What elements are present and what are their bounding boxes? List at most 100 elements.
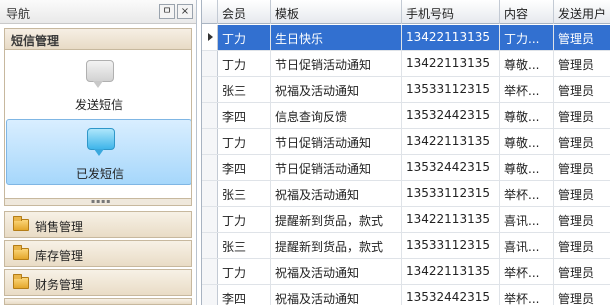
table-row[interactable]: 丁力 节日促销活动通知 13422113135 尊敬... 管理员 <box>202 51 610 77</box>
cell-content[interactable]: 举杯... <box>500 77 554 102</box>
cell-member[interactable]: 丁力 <box>218 25 271 50</box>
cell-content[interactable]: 尊敬... <box>500 51 554 76</box>
cell-template[interactable]: 祝福及活动通知 <box>271 259 402 284</box>
cell-template[interactable]: 祝福及活动通知 <box>271 181 402 206</box>
cell-content[interactable]: 举杯... <box>500 181 554 206</box>
nav-item-label: 已发短信 <box>75 167 124 181</box>
cell-phone[interactable]: 13533112315 <box>402 181 500 206</box>
cell-content[interactable]: 喜讯... <box>500 207 554 232</box>
cell-sender[interactable]: 管理员 <box>554 129 610 154</box>
cell-member[interactable]: 张三 <box>218 77 271 102</box>
table-row[interactable]: 丁力 提醒新到货品，款式 13422113135 喜讯... 管理员 <box>202 207 610 233</box>
nav-item-label: 发送短信 <box>74 98 123 112</box>
cell-phone[interactable]: 13422113135 <box>402 51 500 76</box>
cell-sender[interactable]: 管理员 <box>554 25 610 50</box>
cell-member[interactable]: 丁力 <box>218 207 271 232</box>
cell-content[interactable]: 尊敬... <box>500 155 554 180</box>
cell-sender[interactable]: 管理员 <box>554 77 610 102</box>
cell-phone[interactable]: 13532442315 <box>402 155 500 180</box>
cell-template[interactable]: 提醒新到货品，款式 <box>271 233 402 258</box>
row-indicator[interactable] <box>202 181 218 206</box>
column-header-sender[interactable]: 发送用户 <box>554 0 610 24</box>
table-row[interactable]: 李四 信息查询反馈 13532442315 尊敬... 管理员 <box>202 103 610 129</box>
cell-template[interactable]: 节日促销活动通知 <box>271 129 402 154</box>
column-header-phone[interactable]: 手机号码 <box>402 0 500 24</box>
group-splitter[interactable]: ▪▪▪▪ <box>4 198 192 206</box>
cell-content[interactable]: 喜讯... <box>500 233 554 258</box>
row-indicator[interactable] <box>202 25 218 50</box>
group-button-stock[interactable]: 库存管理 <box>4 240 192 267</box>
cell-member[interactable]: 丁力 <box>218 259 271 284</box>
nav-item-sent-sms[interactable]: 已发短信 <box>6 119 191 185</box>
table-row[interactable]: 李四 节日促销活动通知 13532442315 尊敬... 管理员 <box>202 155 610 181</box>
cell-sender[interactable]: 管理员 <box>554 233 610 258</box>
group-button-finance[interactable]: 财务管理 <box>4 269 192 296</box>
table-row[interactable]: 丁力 节日促销活动通知 13422113135 尊敬... 管理员 <box>202 129 610 155</box>
row-indicator[interactable] <box>202 259 218 284</box>
row-indicator[interactable] <box>202 51 218 76</box>
nav-item-send-sms[interactable]: 发送短信 <box>6 54 191 120</box>
nav-title: 导航 <box>6 7 31 21</box>
group-button-more[interactable] <box>4 298 192 305</box>
cell-member[interactable]: 丁力 <box>218 129 271 154</box>
table-row[interactable]: 丁力 生日快乐 13422113135 丁力... 管理员 <box>202 25 610 51</box>
cell-phone[interactable]: 13422113135 <box>402 207 500 232</box>
cell-content[interactable]: 尊敬... <box>500 103 554 128</box>
row-indicator[interactable] <box>202 155 218 180</box>
cell-content[interactable]: 丁力... <box>500 25 554 50</box>
cell-member[interactable]: 李四 <box>218 285 271 305</box>
column-header-content[interactable]: 内容 <box>500 0 554 24</box>
cell-template[interactable]: 提醒新到货品，款式 <box>271 207 402 232</box>
cell-member[interactable]: 丁力 <box>218 51 271 76</box>
cell-template[interactable]: 节日促销活动通知 <box>271 155 402 180</box>
group-button-sales[interactable]: 销售管理 <box>4 211 192 238</box>
cell-template[interactable]: 祝福及活动通知 <box>271 77 402 102</box>
cell-sender[interactable]: 管理员 <box>554 259 610 284</box>
cell-template[interactable]: 信息查询反馈 <box>271 103 402 128</box>
message-bubble-icon <box>87 128 115 156</box>
cell-phone[interactable]: 13533112315 <box>402 233 500 258</box>
cell-template[interactable]: 节日促销活动通知 <box>271 51 402 76</box>
cell-phone[interactable]: 13533112315 <box>402 77 500 102</box>
group-header-sms[interactable]: 短信管理 <box>4 28 192 50</box>
table-row[interactable]: 丁力 祝福及活动通知 13422113135 举杯... 管理员 <box>202 259 610 285</box>
row-indicator[interactable] <box>202 285 218 305</box>
cell-member[interactable]: 张三 <box>218 181 271 206</box>
table-row[interactable]: 张三 祝福及活动通知 13533112315 举杯... 管理员 <box>202 77 610 103</box>
column-header-template[interactable]: 模板 <box>271 0 402 24</box>
close-icon[interactable]: × <box>177 4 193 19</box>
cell-sender[interactable]: 管理员 <box>554 103 610 128</box>
cell-sender[interactable]: 管理员 <box>554 207 610 232</box>
cell-phone[interactable]: 13422113135 <box>402 259 500 284</box>
cell-sender[interactable]: 管理员 <box>554 51 610 76</box>
cell-content[interactable]: 举杯... <box>500 285 554 305</box>
cell-template[interactable]: 生日快乐 <box>271 25 402 50</box>
cell-phone[interactable]: 13532442315 <box>402 103 500 128</box>
row-indicator[interactable] <box>202 103 218 128</box>
cell-sender[interactable]: 管理员 <box>554 181 610 206</box>
current-row-arrow-icon <box>208 33 213 41</box>
row-indicator[interactable] <box>202 233 218 258</box>
row-indicator[interactable] <box>202 207 218 232</box>
pin-icon[interactable]: ㅁ <box>159 4 175 19</box>
cell-member[interactable]: 李四 <box>218 155 271 180</box>
column-header-member[interactable]: 会员 <box>218 0 271 24</box>
cell-phone[interactable]: 13532442315 <box>402 285 500 305</box>
cell-template[interactable]: 祝福及活动通知 <box>271 285 402 305</box>
cell-sender[interactable]: 管理员 <box>554 285 610 305</box>
cell-member[interactable]: 张三 <box>218 233 271 258</box>
table-row[interactable]: 张三 祝福及活动通知 13533112315 举杯... 管理员 <box>202 181 610 207</box>
group-label: 财务管理 <box>35 278 84 292</box>
row-indicator[interactable] <box>202 77 218 102</box>
cell-content[interactable]: 尊敬... <box>500 129 554 154</box>
cell-member[interactable]: 李四 <box>218 103 271 128</box>
navigation-pane: 导航 ㅁ × 短信管理 发送短信 已发短信 ▼ ▪▪▪▪ 销售管理 库存管理 财… <box>0 0 197 305</box>
cell-phone[interactable]: 13422113135 <box>402 129 500 154</box>
table-row[interactable]: 张三 提醒新到货品，款式 13533112315 喜讯... 管理员 <box>202 233 610 259</box>
table-row[interactable]: 李四 祝福及活动通知 13532442315 举杯... 管理员 <box>202 285 610 305</box>
row-indicator[interactable] <box>202 129 218 154</box>
cell-phone[interactable]: 13422113135 <box>402 25 500 50</box>
cell-content[interactable]: 举杯... <box>500 259 554 284</box>
cell-sender[interactable]: 管理员 <box>554 155 610 180</box>
sent-sms-grid: 会员 模板 手机号码 内容 发送用户 丁力 生日快乐 13422113135 丁力..… <box>201 0 610 305</box>
